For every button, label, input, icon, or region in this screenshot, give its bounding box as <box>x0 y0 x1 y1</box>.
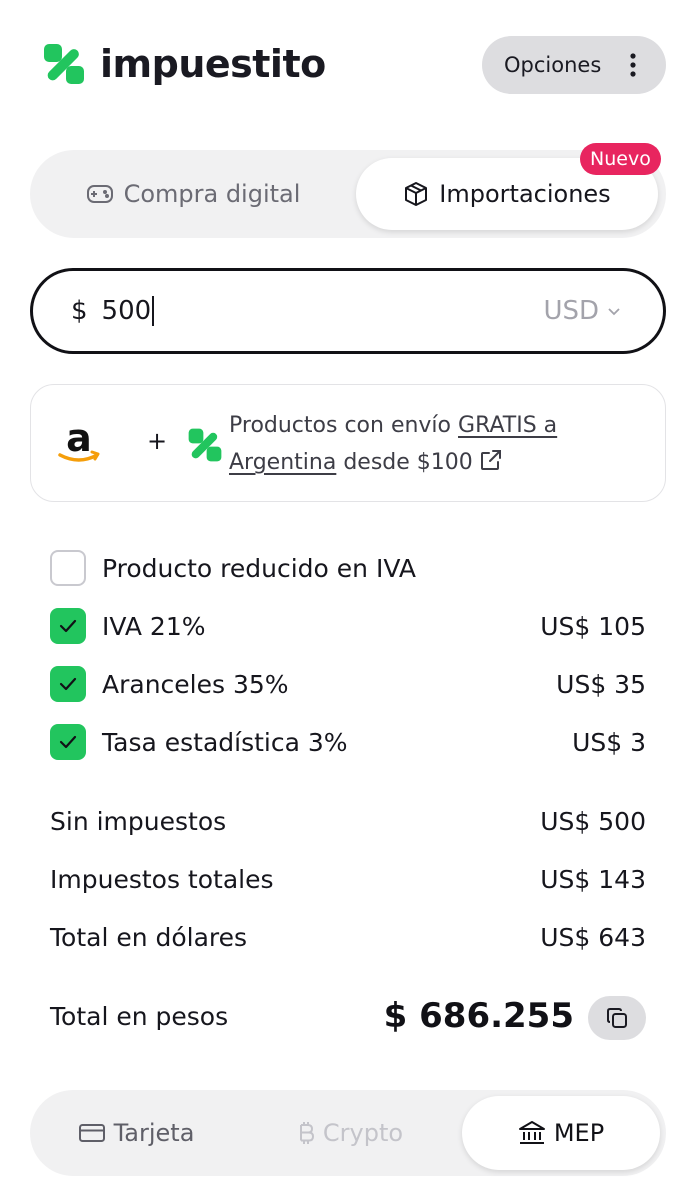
amazon-promo-card[interactable]: a + Productos con envío GRATIS a Argenti… <box>30 384 666 502</box>
new-badge: Nuevo <box>580 143 661 175</box>
total-pesos-label: Total en pesos <box>50 1002 229 1031</box>
method-mep[interactable]: MEP <box>462 1096 660 1170</box>
tax-label: Tasa estadística 3% <box>102 727 348 757</box>
check-icon <box>59 677 77 691</box>
total-row-dolares: Total en dólares US$ 643 <box>50 917 646 957</box>
total-row-impuestos: Impuestos totales US$ 143 <box>50 859 646 899</box>
amazon-logo-icon: a <box>58 421 100 462</box>
method-tarjeta-label: Tarjeta <box>113 1119 195 1147</box>
currency-select[interactable]: USD <box>543 296 621 326</box>
total-label: Impuestos totales <box>50 864 274 894</box>
impuestito-mark-icon <box>188 428 222 462</box>
impuestito-logo-icon <box>44 44 84 84</box>
check-icon <box>59 735 77 749</box>
options-label: Opciones <box>504 53 602 77</box>
bitcoin-icon <box>299 1122 314 1144</box>
tax-label: Aranceles 35% <box>102 669 289 699</box>
total-pesos-row: Total en pesos $ 686.255 <box>50 996 646 1042</box>
copy-icon <box>607 1008 627 1028</box>
promo-text-after: desde $100 <box>336 450 473 475</box>
method-tarjeta[interactable]: Tarjeta <box>36 1096 236 1170</box>
copy-button[interactable] <box>588 996 646 1040</box>
brand-logo[interactable]: impuestito <box>42 42 326 86</box>
reduced-iva-row[interactable]: Producto reducido en IVA <box>50 548 646 588</box>
amount-input[interactable]: $ 500 USD <box>30 268 666 354</box>
tax-amount: US$ 105 <box>540 611 646 641</box>
tax-label: IVA 21% <box>102 611 206 641</box>
total-label: Total en dólares <box>50 922 248 952</box>
total-pesos-value: $ 686.255 <box>383 996 574 1036</box>
total-value: US$ 500 <box>540 806 646 836</box>
chevron-down-icon <box>608 308 620 316</box>
promo-text: Productos con envío GRATIS a Argentina d… <box>229 407 629 481</box>
promo-text-before: Productos con envío <box>229 413 459 438</box>
tab-importaciones-label: Importaciones <box>439 180 611 208</box>
method-crypto-label: Crypto <box>322 1119 404 1147</box>
tax-amount: US$ 35 <box>556 669 646 699</box>
external-link-icon <box>480 450 501 470</box>
bank-icon <box>518 1121 545 1144</box>
reduced-iva-label: Producto reducido en IVA <box>102 553 416 583</box>
package-icon <box>405 182 428 206</box>
svg-text:a: a <box>66 421 92 460</box>
plus-sign: + <box>147 427 168 455</box>
iva-checkbox[interactable] <box>50 608 86 644</box>
total-value: US$ 143 <box>540 864 646 894</box>
currency-symbol: $ <box>71 296 88 326</box>
total-row-sin-impuestos: Sin impuestos US$ 500 <box>50 801 646 841</box>
currency-select-value: USD <box>543 296 599 326</box>
gamepad-icon <box>86 185 113 203</box>
payment-method-selector: Tarjeta Crypto MEP <box>30 1090 666 1176</box>
tax-row-aranceles[interactable]: Aranceles 35% US$ 35 <box>50 664 646 704</box>
check-icon <box>59 619 77 633</box>
method-crypto[interactable]: Crypto <box>244 1096 456 1170</box>
tax-row-iva[interactable]: IVA 21% US$ 105 <box>50 606 646 646</box>
aranceles-checkbox[interactable] <box>50 666 86 702</box>
tasa-checkbox[interactable] <box>50 724 86 760</box>
app-header: impuestito Opciones <box>0 0 696 130</box>
credit-card-icon <box>78 1124 105 1142</box>
more-vertical-icon <box>630 53 636 77</box>
tax-amount: US$ 3 <box>572 727 646 757</box>
tax-row-tasa[interactable]: Tasa estadística 3% US$ 3 <box>50 722 646 762</box>
purchase-type-tabs: Compra digital Importaciones <box>30 150 666 238</box>
options-button[interactable]: Opciones <box>482 36 666 94</box>
total-value: US$ 643 <box>540 922 646 952</box>
reduced-iva-checkbox[interactable] <box>50 550 86 586</box>
tab-compra-digital[interactable]: Compra digital <box>38 158 348 230</box>
tab-compra-digital-label: Compra digital <box>123 180 301 208</box>
total-label: Sin impuestos <box>50 806 227 836</box>
method-mep-label: MEP <box>553 1119 605 1147</box>
amount-value[interactable]: 500 <box>102 296 155 326</box>
brand-name: impuestito <box>100 42 326 86</box>
